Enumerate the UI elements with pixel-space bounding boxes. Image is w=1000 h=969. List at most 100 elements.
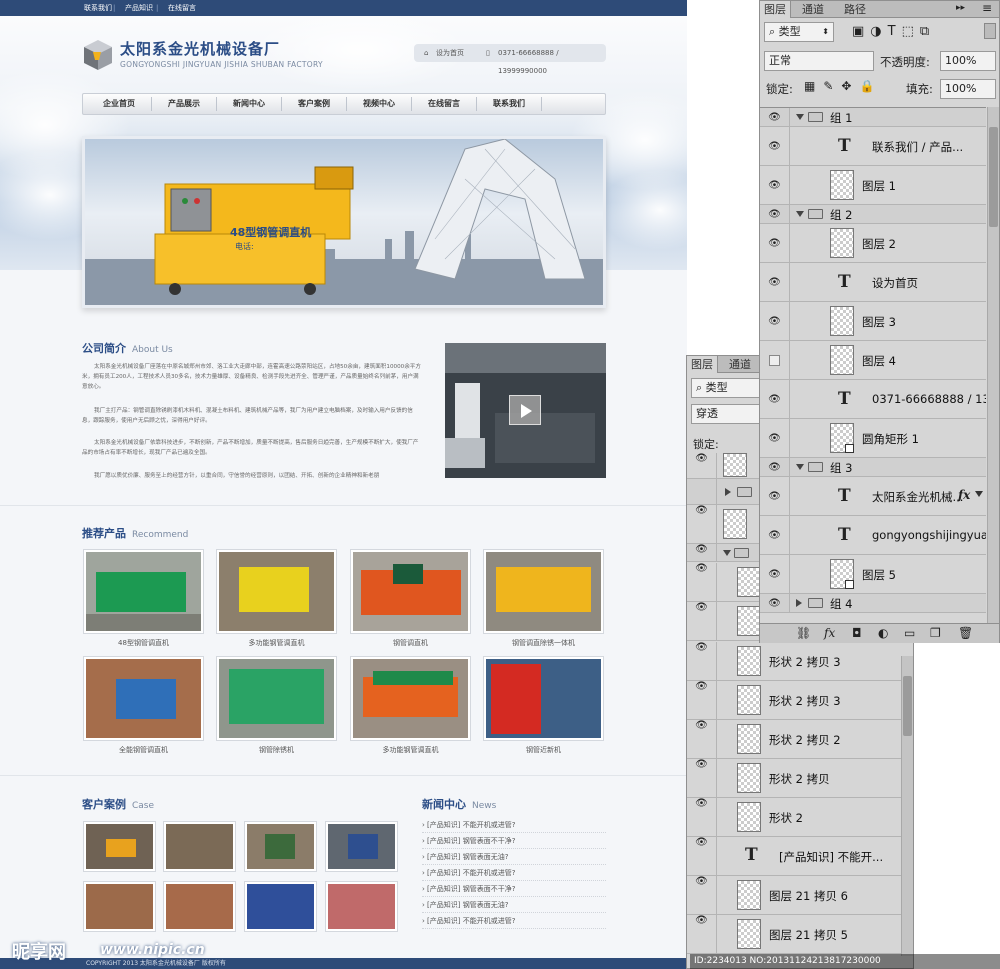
nav-message[interactable]: 在线留言: [412, 94, 476, 114]
expand-arrow-icon[interactable]: [723, 550, 731, 556]
layer-row[interactable]: 👁 图层 2: [760, 224, 986, 263]
case-thumbnail[interactable]: [163, 881, 236, 932]
product-card[interactable]: [350, 656, 471, 741]
news-item[interactable]: › [产品知识] 钢管表面无油?: [422, 849, 606, 865]
layer-group-row[interactable]: 👁 组 2: [760, 205, 986, 224]
case-thumbnail[interactable]: [325, 821, 398, 872]
top-link-message[interactable]: 在线留言: [168, 0, 196, 16]
eye-icon[interactable]: 👁: [760, 302, 790, 340]
product-caption[interactable]: 钢管近新机: [483, 745, 604, 755]
collapse-arrow-icon[interactable]: [725, 488, 731, 496]
eye-icon[interactable]: 👁: [760, 419, 790, 457]
eye-icon[interactable]: 👁: [760, 205, 790, 223]
case-thumbnail[interactable]: [83, 821, 156, 872]
layer-row[interactable]: 👁 图层 1: [760, 166, 986, 205]
nav-video[interactable]: 视频中心: [347, 94, 411, 114]
layer-row[interactable]: 👁 图层 21 拷贝 6: [687, 876, 913, 915]
product-caption[interactable]: 多功能钢管调直机: [350, 745, 471, 755]
new-layer-icon[interactable]: ❐: [930, 626, 941, 640]
eye-icon[interactable]: 👁: [760, 477, 790, 515]
eye-icon[interactable]: 👁: [687, 505, 717, 543]
eye-icon[interactable]: 👁: [687, 544, 717, 561]
eye-icon[interactable]: 👁: [687, 759, 717, 797]
layer-row[interactable]: 👁 T 0371-66668888 / 13...: [760, 380, 986, 419]
adjustment-layer-icon[interactable]: ◐: [878, 626, 888, 640]
scrollbar[interactable]: [901, 656, 913, 956]
product-card[interactable]: [216, 656, 337, 741]
layer-group-row[interactable]: 👁 组 1: [760, 108, 986, 127]
layer-row[interactable]: 👁 形状 2 拷贝 2: [687, 720, 913, 759]
eye-icon[interactable]: 👁: [687, 798, 717, 836]
add-mask-icon[interactable]: ◘: [852, 626, 862, 640]
play-icon[interactable]: [509, 395, 541, 425]
eye-icon[interactable]: 👁: [687, 915, 717, 953]
layer-group-row[interactable]: 👁 组 4: [760, 594, 986, 613]
nav-products[interactable]: 产品展示: [152, 94, 216, 114]
layer-row[interactable]: 👁 Tgongyongshijingyuan...: [760, 516, 986, 555]
news-item[interactable]: › [产品知识] 不能开机或进管?: [422, 817, 606, 833]
eye-icon[interactable]: 👁: [760, 380, 790, 418]
layer-row[interactable]: 👁 T [产品知识] 不能开...: [687, 837, 913, 876]
news-item[interactable]: › [产品知识] 钢管表面无油?: [422, 897, 606, 913]
eye-icon[interactable]: 👁: [687, 681, 717, 719]
opacity-input[interactable]: 100%: [940, 51, 996, 71]
new-group-icon[interactable]: ▭: [904, 626, 915, 640]
layer-row[interactable]: 👁 T 太阳系金光机械... fx: [760, 477, 986, 516]
eye-icon[interactable]: 👁: [760, 263, 790, 301]
layer-row[interactable]: 👁 形状 2 拷贝: [687, 759, 913, 798]
layer-row[interactable]: 👁 形状 2 拷贝 3: [687, 642, 913, 681]
news-item[interactable]: › [产品知识] 不能开机或进管?: [422, 865, 606, 881]
eye-icon[interactable]: 👁: [760, 516, 790, 554]
filter-toggle[interactable]: [984, 23, 996, 39]
case-thumbnail[interactable]: [244, 821, 317, 872]
eye-icon[interactable]: 👁: [760, 127, 790, 165]
layer-row[interactable]: 👁 T 设为首页: [760, 263, 986, 302]
expand-arrow-icon[interactable]: [796, 464, 804, 470]
blend-mode-select-back[interactable]: 穿透: [691, 404, 761, 424]
nav-news[interactable]: 新闻中心: [217, 94, 281, 114]
eye-icon[interactable]: 👁: [687, 563, 717, 601]
tab-channels[interactable]: 通道: [798, 1, 828, 18]
product-caption[interactable]: 钢管除锈机: [216, 745, 337, 755]
nav-home[interactable]: 企业首页: [87, 94, 151, 114]
eye-icon[interactable]: 👁: [760, 224, 790, 262]
fill-input[interactable]: 100%: [940, 79, 996, 99]
eye-icon[interactable]: 👁: [687, 720, 717, 758]
expand-arrow-icon[interactable]: [796, 114, 804, 120]
eye-icon[interactable]: 👁: [687, 837, 717, 875]
panel-menu-icon[interactable]: ≡: [982, 1, 992, 15]
top-link-knowledge[interactable]: 产品知识: [125, 0, 153, 16]
company-video[interactable]: [445, 343, 606, 478]
case-thumbnail[interactable]: [325, 881, 398, 932]
product-card[interactable]: [83, 656, 204, 741]
layer-group-row[interactable]: 👁 组 3: [760, 458, 986, 477]
layer-row[interactable]: 👁 圆角矩形 1: [760, 419, 986, 458]
collapse-arrow-icon[interactable]: [796, 599, 802, 607]
nav-cases[interactable]: 客户案例: [282, 94, 346, 114]
layer-row[interactable]: 👁 图层 21 拷贝 5: [687, 915, 913, 954]
nav-contact[interactable]: 联系我们: [477, 94, 541, 114]
fx-badge[interactable]: fx: [958, 488, 970, 502]
tab-channels-back[interactable]: 通道: [725, 356, 755, 373]
product-card[interactable]: [216, 549, 337, 634]
top-link-contact[interactable]: 联系我们: [84, 0, 112, 16]
eye-icon[interactable]: 👁: [760, 594, 790, 612]
product-card[interactable]: [483, 656, 604, 741]
product-caption[interactable]: 48型钢管调直机: [83, 638, 204, 648]
news-item[interactable]: › [产品知识] 钢管表面不干净?: [422, 833, 606, 849]
product-card[interactable]: [350, 549, 471, 634]
tab-layers[interactable]: 图层: [760, 1, 791, 18]
eye-icon[interactable]: 👁: [760, 458, 790, 476]
layer-row[interactable]: 👁 T 联系我们 / 产品...: [760, 127, 986, 166]
filter-kind-select[interactable]: ⌕ 类型 ⬍: [764, 22, 834, 42]
link-layers-icon[interactable]: ⛓: [796, 626, 811, 640]
layer-row[interactable]: 👁 形状 2: [687, 798, 913, 837]
eye-icon[interactable]: 👁: [687, 876, 717, 914]
fx-expand-arrow-icon[interactable]: [975, 491, 983, 497]
eye-icon[interactable]: 👁: [687, 642, 717, 680]
case-thumbnail[interactable]: [83, 881, 156, 932]
eye-icon[interactable]: 👁: [760, 555, 790, 593]
delete-layer-icon[interactable]: 🗑: [958, 626, 973, 640]
eye-icon[interactable]: 👁: [687, 602, 717, 640]
filter-kind-select-back[interactable]: ⌕ 类型: [691, 378, 761, 398]
